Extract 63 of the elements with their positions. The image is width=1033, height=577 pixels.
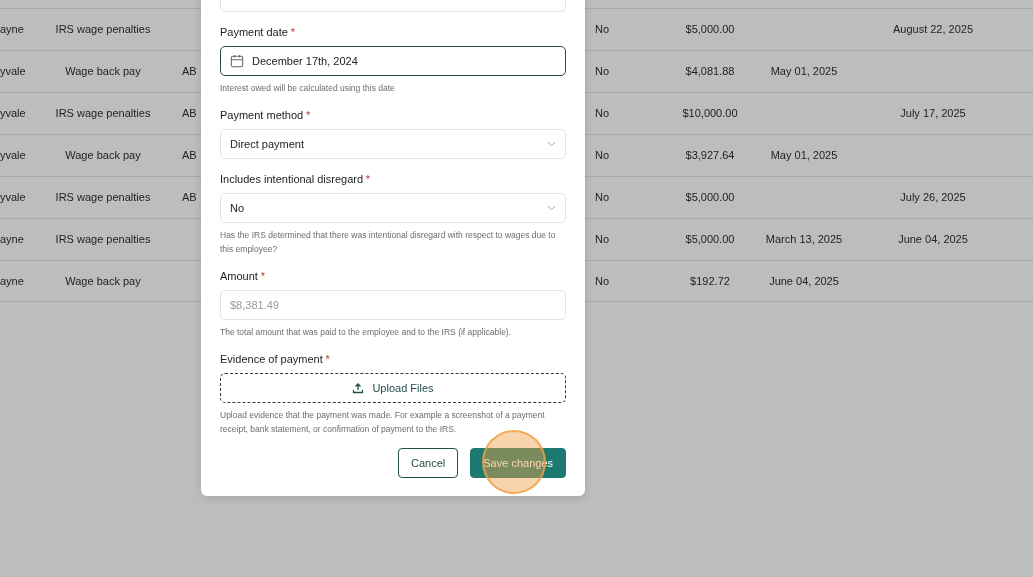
table-cell-text: July 26, 2025: [900, 190, 966, 206]
upload-icon: [352, 382, 365, 394]
help-text: Interest owed will be calculated using this date: [220, 82, 396, 95]
table-cell-text: $5,000.00: [685, 232, 735, 248]
field-label: Evidence of payment: [220, 352, 323, 367]
field-label: Includes intentional disregard: [220, 172, 364, 187]
required-marker: *: [290, 25, 295, 40]
table-cell-text: yvale: [0, 64, 26, 80]
chevron-down-icon: [547, 141, 556, 147]
table-cell-text: $192.72: [690, 273, 730, 289]
table-cell-text: $5,000.00: [685, 190, 735, 206]
cancel-button[interactable]: Cancel: [398, 448, 459, 478]
table-cell-text: June 04, 2025: [769, 273, 839, 289]
table-cell-text: yvale: [0, 190, 26, 206]
table-cell-text: yvale: [0, 106, 26, 122]
date-field[interactable]: December 17th, 2024: [220, 46, 566, 76]
select-field[interactable]: Direct payment: [220, 129, 566, 159]
table-cell-text: AB: [182, 190, 197, 206]
table-cell-text: Wage back pay: [65, 148, 141, 164]
required-marker: *: [305, 108, 311, 123]
table-cell-text: IRS wage penalties: [55, 190, 151, 206]
upload-button[interactable]: Upload Files: [220, 373, 566, 403]
table-cell-text: Wage back pay: [65, 64, 141, 80]
table-cell-text: No: [595, 273, 610, 289]
help-text: Upload evidence that the payment was made. For example a screenshot of a payment receipt, bank statement, or confirmation of payment to the IRS.: [220, 409, 546, 436]
field-label: Payment method: [220, 108, 304, 123]
table-cell-text: No: [595, 22, 610, 38]
table-cell-text: $5,000.00: [685, 22, 735, 38]
table-cell-text: August 22, 2025: [892, 22, 974, 38]
table-cell-text: No: [595, 64, 610, 80]
chevron-down-icon: [547, 205, 556, 211]
table-cell-text: July 17, 2025: [900, 106, 966, 122]
table-cell-text: ayne: [0, 22, 24, 38]
table-cell-text: ayne: [0, 273, 24, 289]
table-cell-text: $4,081.88: [685, 64, 735, 80]
table-cell-text: IRS wage penalties: [55, 232, 151, 248]
table-cell-text: AB: [182, 106, 197, 122]
table-cell-text: May 01, 2025: [770, 148, 838, 164]
table-cell-text: June 04, 2025: [898, 232, 968, 248]
table-cell-text: IRS wage penalties: [55, 106, 151, 122]
field-label: Payment date: [220, 25, 288, 40]
required-marker: *: [325, 352, 330, 367]
help-text: The total amount that was paid to the employee and to the IRS (if applicable).: [220, 326, 513, 339]
calendar-icon: [230, 54, 244, 68]
field-label: Amount: [220, 269, 258, 284]
table-cell-text: AB: [182, 64, 197, 80]
table-cell-text: ayne: [0, 232, 24, 248]
table-cell-text: $10,000.00: [682, 106, 738, 122]
select-field[interactable]: No: [220, 193, 566, 223]
table-cell-text: March 13, 2025: [765, 232, 843, 248]
table-cell-text: $3,927.64: [685, 148, 735, 164]
table-cell-text: AB: [182, 148, 197, 164]
table-cell-text: Wage back pay: [65, 273, 141, 289]
table-cell-text: No: [595, 148, 610, 164]
required-marker: *: [365, 172, 371, 187]
table-cell-text: yvale: [0, 148, 26, 164]
table-cell-text: IRS wage penalties: [55, 22, 151, 38]
table-cell-text: May 01, 2025: [770, 64, 838, 80]
help-text: Has the IRS determined that there was intentional disregard with respect to wages due to this employee?: [220, 229, 557, 256]
table-cell-text: No: [595, 232, 610, 248]
table-cell-text: No: [595, 190, 610, 206]
table-cell-text: No: [595, 106, 610, 122]
required-marker: *: [260, 269, 265, 284]
